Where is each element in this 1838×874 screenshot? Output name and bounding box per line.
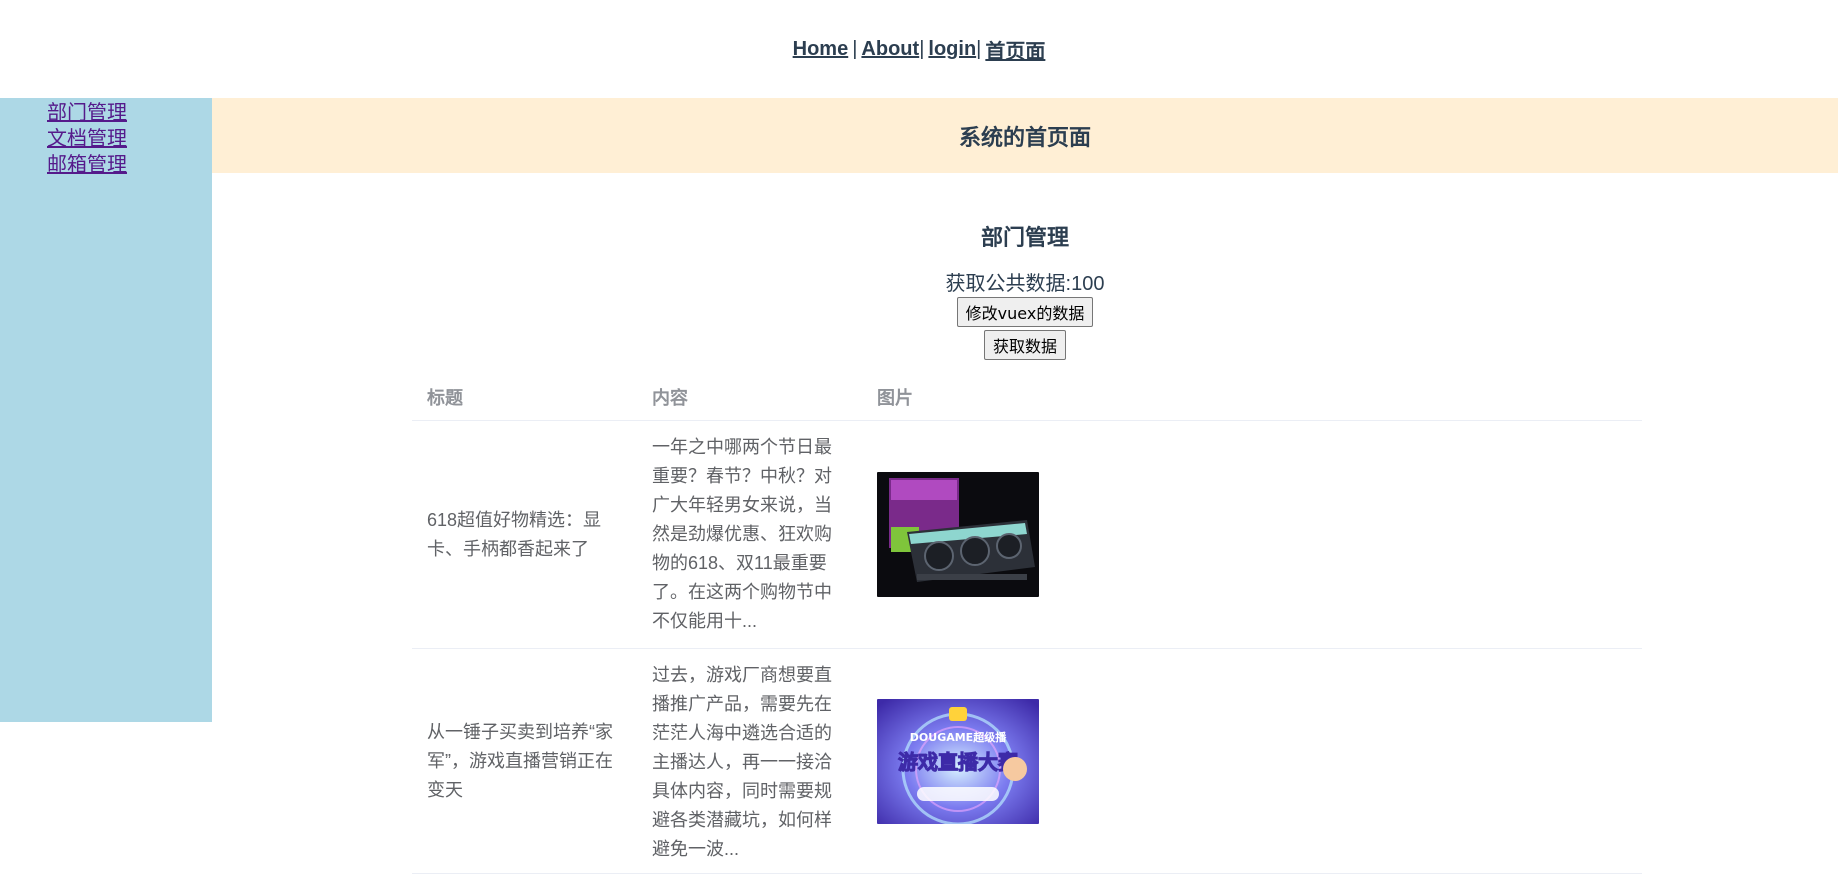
table-row: 从一锤子买卖到培养“家军”，游戏直播营销正在变天 过去，游戏厂商想要直播推广产品… [412,648,1642,874]
row-content-cell: 过去，游戏厂商想要直播推广产品，需要先在茫茫人海中遴选合适的主播达人，再一一接洽… [637,648,862,874]
nav-separator: | [852,37,858,60]
banner-title: 系统的首页面 [958,124,1091,150]
graphics-card-image [877,472,1039,597]
row-title-cell: 618超值好物精选：显卡、手柄都香起来了 [412,420,637,649]
column-header-content[interactable]: 内容 [637,373,862,421]
sidebar-link-mailbox[interactable]: 邮箱管理 [47,154,127,176]
sidebar-item-mailbox: 邮箱管理 [47,152,212,178]
top-nav: Home | About | login | 首页面 [0,0,1838,98]
poster-brand-text: DOUGAME超级播 [910,730,1007,744]
button-row: 修改vuex的数据 [212,295,1838,327]
fetch-data-button[interactable]: 获取数据 [983,330,1066,360]
button-row: 获取数据 [212,328,1838,360]
modify-vuex-button[interactable]: 修改vuex的数据 [956,297,1094,327]
row-content-cell: 一年之中哪两个节日最重要？春节？中秋？对广大年轻男女来说，当然是劲爆优惠、狂欢购… [637,420,862,649]
nav-home-link[interactable]: Home [793,38,849,61]
poster-headline-text: 游戏直播大赛 [898,750,1019,774]
table-row: 618超值好物精选：显卡、手柄都香起来了 一年之中哪两个节日最重要？春节？中秋？… [412,420,1642,649]
page-banner: 系统的首页面 [212,98,1838,173]
column-header-title[interactable]: 标题 [412,373,637,421]
sidebar-item-department: 部门管理 [47,100,212,126]
row-image-cell: DOUGAME超级播 游戏直播大赛 [862,648,1642,874]
column-header-image[interactable]: 图片 [862,373,1642,421]
row-image-cell [862,420,1642,649]
game-live-poster-image: DOUGAME超级播 游戏直播大赛 [877,698,1039,824]
news-table: 标题 内容 图片 618超值好物精选：显卡、手柄都香起来了 一年之中哪两个节日最… [412,373,1642,874]
nav-separator: | [919,37,925,60]
nav-index-link[interactable]: 首页面 [985,35,1045,64]
row-title-cell: 从一锤子买卖到培养“家军”，游戏直播营销正在变天 [412,648,637,874]
nav-login-link[interactable]: login [928,38,976,61]
main-content: 部门管理 获取公共数据:100 修改vuex的数据 获取数据 标题 内容 图片 … [212,173,1838,874]
sidebar-link-department[interactable]: 部门管理 [47,102,127,124]
nav-separator: | [976,37,982,60]
sidebar: 部门管理 文档管理 邮箱管理 [0,98,212,722]
sidebar-item-documents: 文档管理 [47,126,212,152]
table-header-row: 标题 内容 图片 [412,373,1642,421]
row-content-text: 过去，游戏厂商想要直播推广产品，需要先在茫茫人海中遴选合适的主播达人，再一一接洽… [652,665,832,859]
nav-about-link[interactable]: About [861,38,919,61]
sidebar-link-documents[interactable]: 文档管理 [47,128,127,150]
section-heading: 部门管理 [980,225,1069,250]
public-data-text: 获取公共数据:100 [945,273,1105,295]
sidebar-menu: 部门管理 文档管理 邮箱管理 [0,98,212,178]
